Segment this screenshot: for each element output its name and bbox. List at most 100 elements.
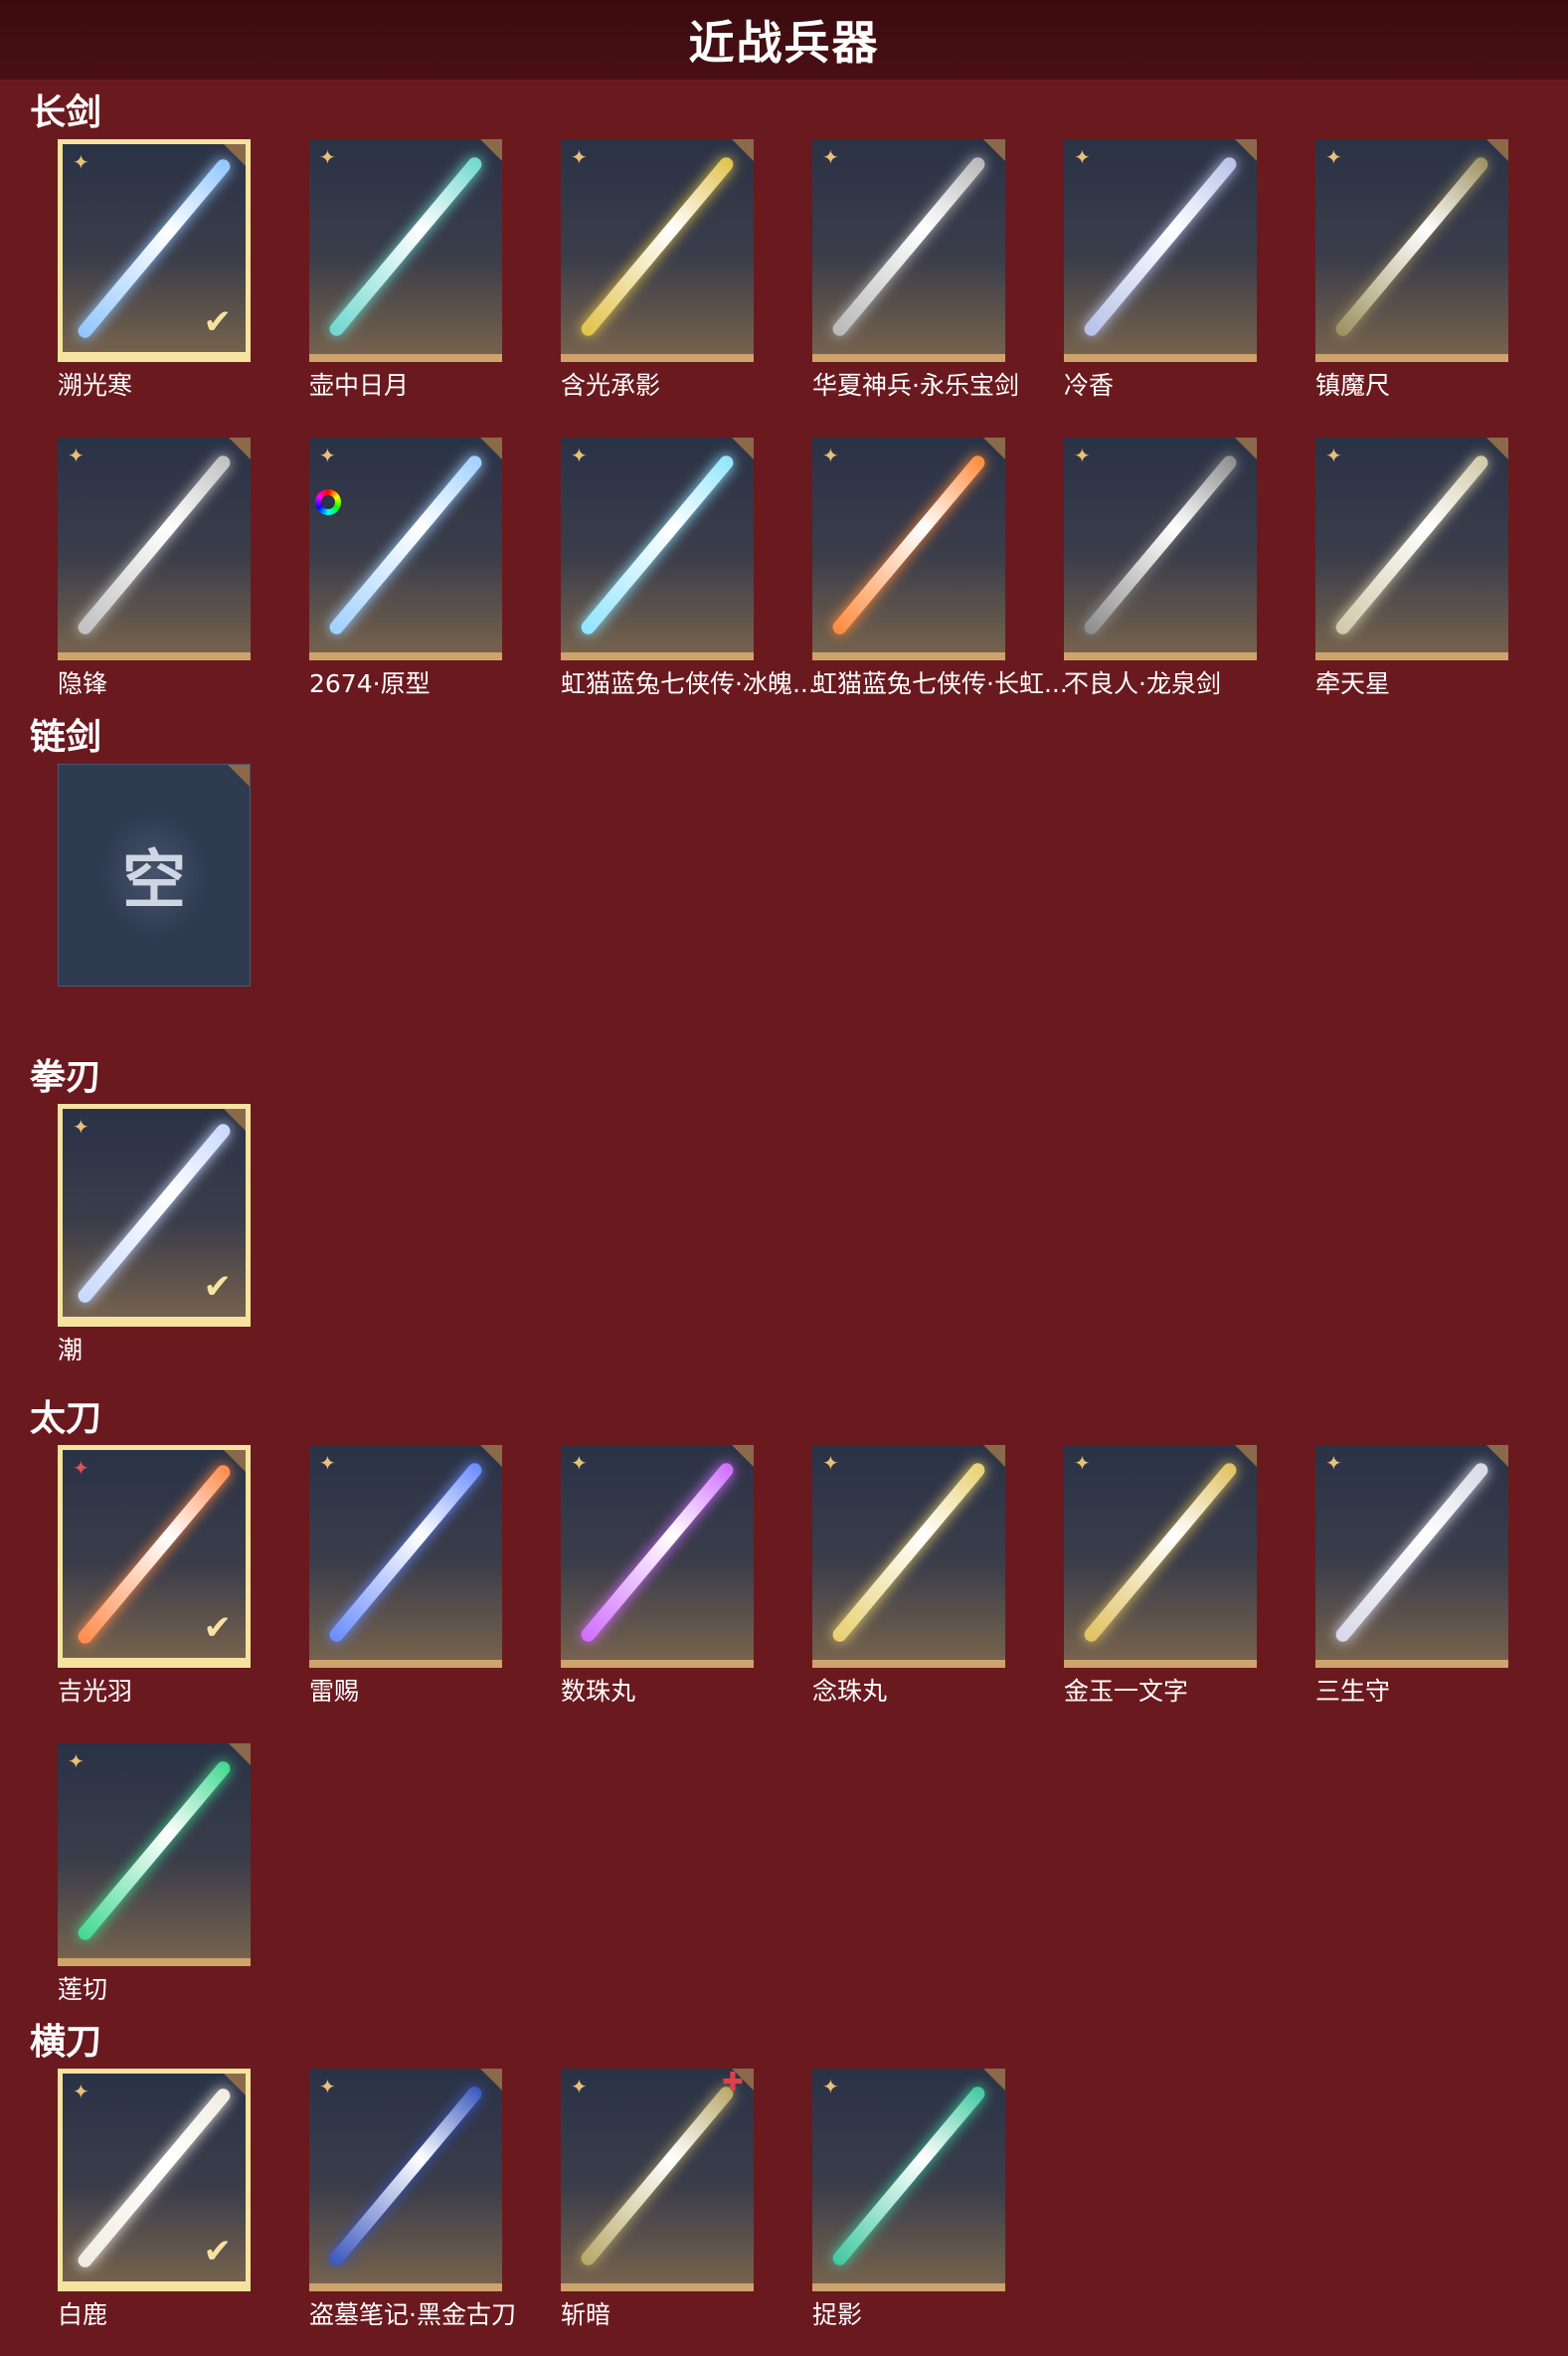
weapon-image (1332, 154, 1491, 339)
rarity-icon: ✦ (822, 1451, 839, 1475)
rarity-icon: ✦ (1074, 145, 1091, 169)
weapon-name-label: 莲切 (58, 1975, 108, 2004)
corner-tag-icon (480, 1445, 502, 1467)
weapon-card[interactable]: ✦ (1315, 1445, 1508, 1668)
weapon-name-label: 镇魔尺 (1315, 371, 1391, 400)
rarity-icon: ✦ (319, 444, 336, 467)
weapon-card[interactable]: ✦ (58, 438, 251, 660)
rarity-icon: ✦ (73, 150, 89, 174)
weapon-card[interactable]: ✦ (309, 139, 502, 362)
weapon-card[interactable]: ✦ (309, 438, 502, 660)
corner-tag-icon (480, 139, 502, 161)
page-title: 近战兵器 (688, 16, 880, 70)
corner-tag-icon (229, 438, 251, 459)
weapon-card[interactable]: ✦ (561, 139, 754, 362)
weapon-card[interactable]: ✦ ✔ (58, 1104, 251, 1327)
corner-tag-icon (732, 438, 754, 459)
weapon-card[interactable]: ✦ (812, 2069, 1005, 2291)
rarity-icon: ✦ (319, 2075, 336, 2098)
weapon-name-label: 华夏神兵·永乐宝剑 (812, 371, 1019, 400)
empty-label: 空 (122, 844, 186, 918)
rarity-icon: ✦ (73, 1115, 89, 1139)
corner-tag-icon (732, 2069, 754, 2090)
weapon-card[interactable]: ✦ (561, 1445, 754, 1668)
weapon-card[interactable]: ✦ (309, 2069, 502, 2291)
rarity-icon: ✦ (1074, 1451, 1091, 1475)
weapon-image (326, 453, 485, 637)
weapon-image (578, 154, 737, 339)
corner-tag-icon (983, 139, 1005, 161)
rarity-icon: ✦ (319, 1451, 336, 1475)
weapon-name-label: 捉影 (812, 2300, 863, 2329)
weapon-image (829, 1460, 988, 1645)
weapon-card[interactable]: ✦ (1315, 139, 1508, 362)
weapon-card[interactable]: ✦ (1315, 438, 1508, 660)
corner-tag-icon (1235, 1445, 1257, 1467)
equipped-check-icon: ✔ (203, 1267, 233, 1307)
weapon-name-label: 虹猫蓝兔七侠传·冰魄... (561, 669, 816, 698)
section-title: 链剑 (30, 717, 102, 758)
weapon-image (1332, 453, 1491, 637)
corner-tag-icon (224, 2074, 246, 2095)
rarity-icon: ✦ (1325, 444, 1342, 467)
corner-tag-icon (983, 438, 1005, 459)
weapon-image (829, 154, 988, 339)
rarity-icon: ✦ (571, 145, 588, 169)
color-wheel-icon (315, 489, 341, 515)
weapon-card[interactable]: ✦ (561, 438, 754, 660)
weapon-image (75, 1758, 234, 1943)
weapon-name-label: 溯光寒 (58, 371, 133, 400)
weapon-card[interactable]: ✦ (812, 139, 1005, 362)
corner-tag-icon (1486, 139, 1508, 161)
corner-tag-icon (983, 2069, 1005, 2090)
weapon-card[interactable]: ✦ (1064, 139, 1257, 362)
weapon-card[interactable]: ✦ (812, 1445, 1005, 1668)
section-title: 太刀 (30, 1398, 102, 1439)
corner-tag-icon (732, 1445, 754, 1467)
corner-tag-icon (1486, 438, 1508, 459)
corner-tag-icon (224, 1109, 246, 1131)
corner-tag-icon (1235, 438, 1257, 459)
weapon-image (578, 453, 737, 637)
rarity-icon: ✦ (319, 145, 336, 169)
corner-tag-icon (983, 1445, 1005, 1467)
corner-tag-icon (480, 438, 502, 459)
weapon-name-label: 冷香 (1064, 371, 1115, 400)
weapon-name-label: 三生守 (1315, 1677, 1391, 1706)
weapon-card[interactable]: ✦ ✚ (561, 2069, 754, 2291)
section-title: 横刀 (30, 2022, 102, 2063)
section-title: 长剑 (30, 92, 102, 133)
corner-tag-icon (224, 144, 246, 166)
weapon-name-label: 盗墓笔记·黑金古刀 (309, 2300, 516, 2329)
weapon-image (829, 2084, 988, 2268)
weapon-name-label: 斩暗 (561, 2300, 611, 2329)
rarity-icon: ✦ (571, 444, 588, 467)
weapon-card[interactable]: ✦ ✔ (58, 139, 251, 362)
rarity-icon: ✦ (1325, 1451, 1342, 1475)
weapon-image (578, 1460, 737, 1645)
empty-weapon-slot[interactable]: 空 (58, 764, 251, 987)
corner-tag-icon (1486, 1445, 1508, 1467)
weapon-name-label: 隐锋 (58, 669, 108, 698)
section-title: 拳刃 (30, 1057, 102, 1098)
weapon-image (829, 453, 988, 637)
weapon-card[interactable]: ✦ (812, 438, 1005, 660)
weapon-name-label: 潮 (58, 1336, 84, 1364)
weapon-card[interactable]: ✦ ✔ (58, 2069, 251, 2291)
rarity-icon: ✦ (73, 1456, 89, 1480)
weapon-name-label: 雷赐 (309, 1677, 360, 1706)
weapon-card[interactable]: ✦ (58, 1743, 251, 1966)
weapon-image (578, 2084, 737, 2268)
weapon-card[interactable]: ✦ (1064, 438, 1257, 660)
weapon-image (1332, 1460, 1491, 1645)
weapon-name-label: 金玉一文字 (1064, 1677, 1189, 1706)
weapon-image (326, 154, 485, 339)
weapon-name-label: 不良人·龙泉剑 (1064, 669, 1221, 698)
rarity-icon: ✦ (571, 2075, 588, 2098)
rarity-icon: ✦ (68, 444, 85, 467)
weapon-card[interactable]: ✦ (309, 1445, 502, 1668)
rarity-icon: ✦ (822, 444, 839, 467)
weapon-card[interactable]: ✦ ✔ (58, 1445, 251, 1668)
weapon-card[interactable]: ✦ (1064, 1445, 1257, 1668)
equipped-check-icon: ✔ (203, 1608, 233, 1648)
